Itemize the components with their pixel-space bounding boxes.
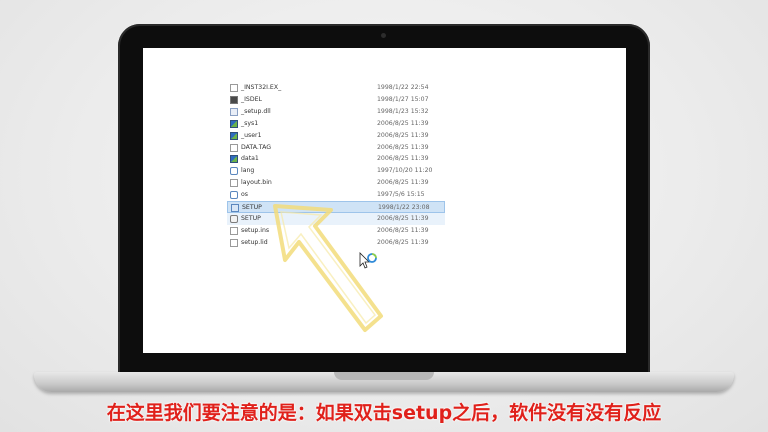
doc-icon <box>230 84 238 92</box>
file-row[interactable]: _INST32I.EX_ 1998/1/22 22:54 <box>227 82 445 94</box>
file-row[interactable]: _user1 2006/8/25 11:39 <box>227 130 445 142</box>
cab-icon <box>230 131 238 140</box>
file-name: _sys1 <box>241 119 259 127</box>
cab-icon <box>230 155 238 164</box>
file-date: 1998/1/27 15:07 <box>377 95 429 103</box>
doc-icon <box>230 238 238 247</box>
file-name: _ISDEL <box>241 95 262 103</box>
file-name: _user1 <box>241 131 262 139</box>
file-name: layout.bin <box>241 179 272 187</box>
file-date: 1997/10/20 11:20 <box>377 167 433 175</box>
lang-icon <box>230 167 238 176</box>
file-date: 2006/8/25 11:39 <box>377 143 429 151</box>
doc-icon <box>230 179 238 188</box>
camera-dot <box>381 33 386 38</box>
doc-icon <box>230 143 238 152</box>
file-name: os <box>241 191 249 199</box>
file-date: 2006/8/25 11:39 <box>377 155 429 163</box>
laptop-base <box>34 372 734 392</box>
mouse-cursor-busy-icon <box>359 252 377 269</box>
highlight-arrow-overlay <box>273 204 383 332</box>
file-name: setup.lid <box>241 238 268 246</box>
file-name: DATA.TAG <box>241 143 272 151</box>
file-name: _INST32I.EX_ <box>241 84 282 91</box>
file-row[interactable]: _setup.dll 1998/1/23 15:32 <box>227 106 445 118</box>
file-row[interactable]: layout.bin 2006/8/25 11:39 <box>227 177 445 189</box>
file-row[interactable]: DATA.TAG 2006/8/25 11:39 <box>227 142 445 154</box>
doc-icon <box>230 226 238 235</box>
dll-icon <box>230 107 238 116</box>
file-row[interactable]: _sys1 2006/8/25 11:39 <box>227 118 445 130</box>
laptop-screen: _INST32I.EX_ 1998/1/22 22:54 _ISDEL 1998/1/… <box>143 48 626 353</box>
file-date: 2006/8/25 11:39 <box>377 131 429 139</box>
lang-icon <box>230 191 238 200</box>
file-date: 2006/8/25 11:39 <box>377 179 429 187</box>
cfg-icon <box>230 214 238 223</box>
file-date: 1998/1/22 22:54 <box>377 84 429 91</box>
bat-icon <box>230 95 238 104</box>
file-name: SETUP <box>241 214 261 222</box>
file-name: lang <box>241 167 255 175</box>
file-row[interactable]: data1 2006/8/25 11:39 <box>227 153 445 165</box>
subtitle-caption: 在这里我们要注意的是：如果双击setup之后，软件没有没有反应 <box>106 402 662 424</box>
exe-icon <box>231 204 239 212</box>
file-name: setup.ins <box>241 226 270 234</box>
cab-icon <box>230 119 238 128</box>
file-date: 1998/1/23 15:32 <box>377 107 429 115</box>
hinge-notch <box>334 372 434 380</box>
file-name: data1 <box>241 155 259 163</box>
file-date: 2006/8/25 11:39 <box>377 119 429 127</box>
file-row[interactable]: _ISDEL 1998/1/27 15:07 <box>227 94 445 106</box>
file-name: _setup.dll <box>241 107 271 115</box>
file-row[interactable]: lang 1997/10/20 11:20 <box>227 165 445 177</box>
clipped-row <box>227 62 445 74</box>
